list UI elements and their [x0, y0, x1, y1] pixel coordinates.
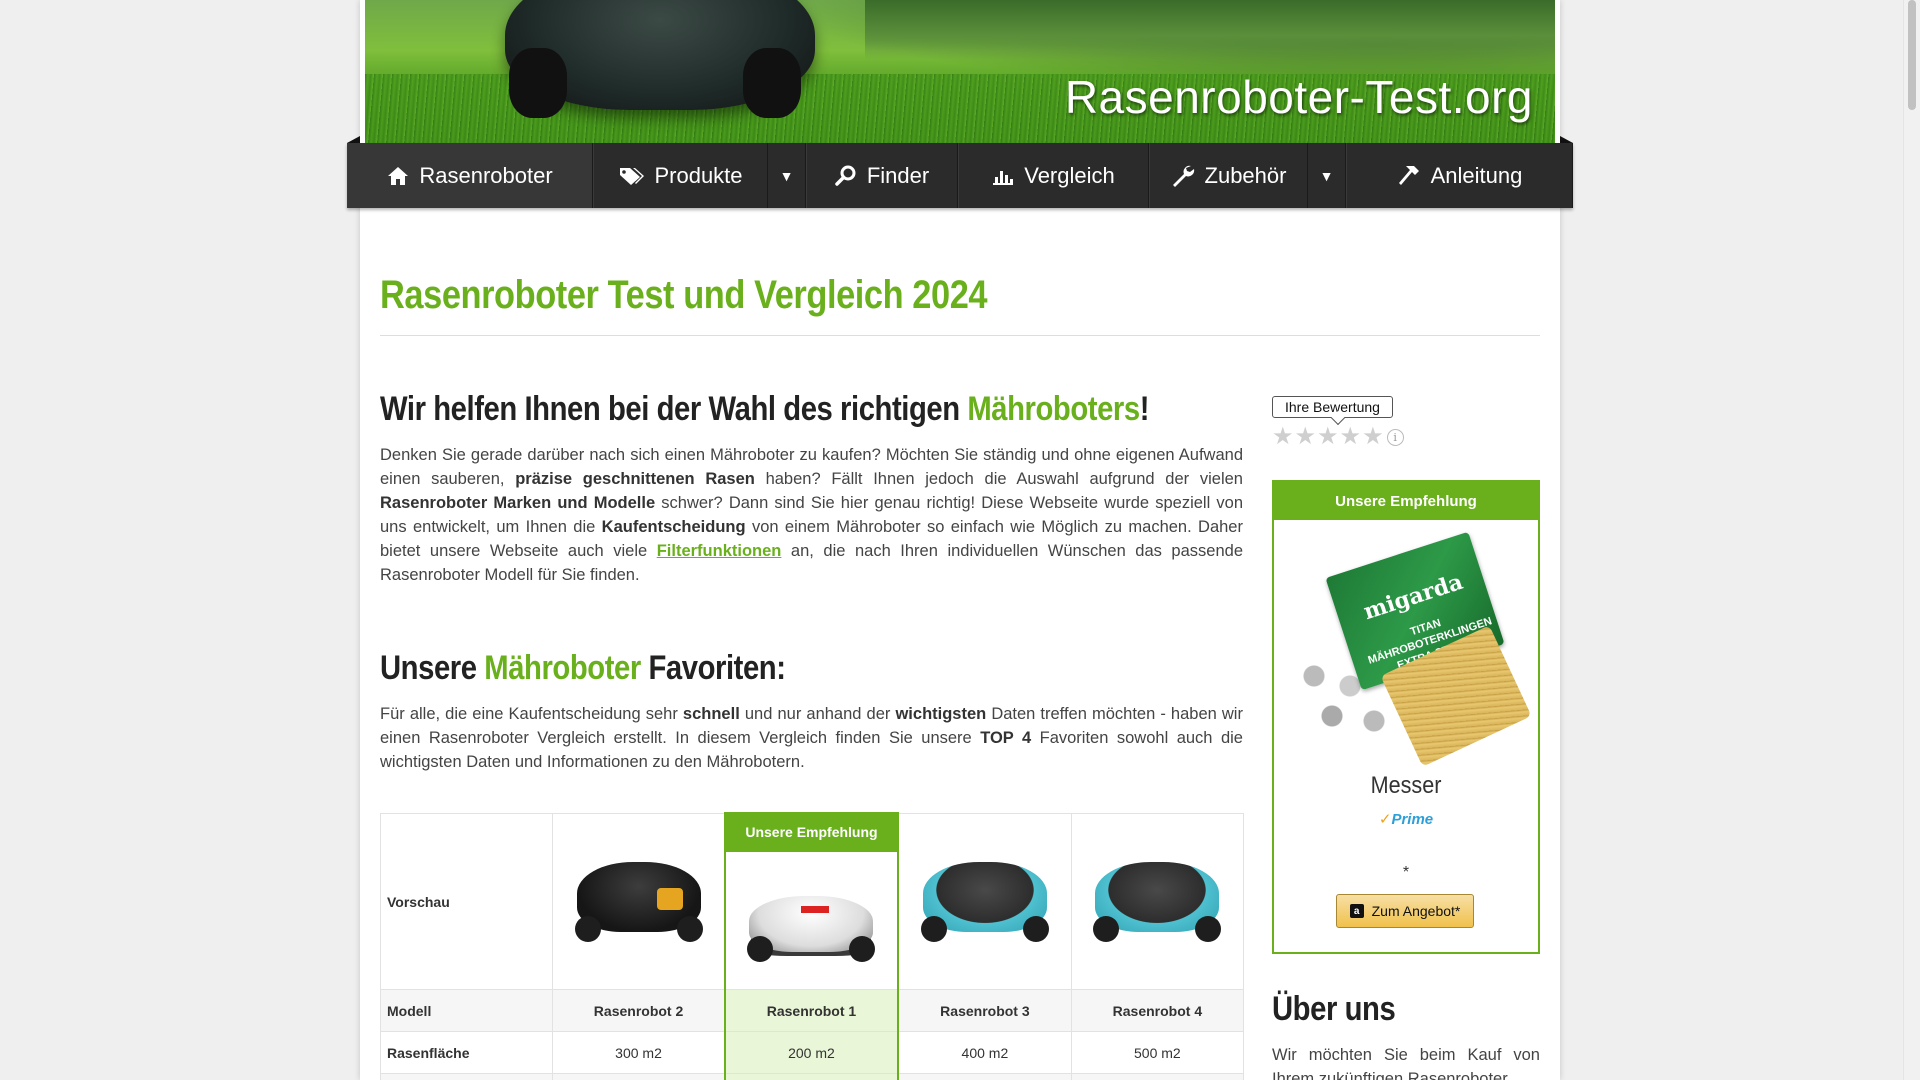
- table-row-preview: Vorschau Unsere Empfehlung: [379, 812, 1245, 990]
- favorites-paragraph: Für alle, die eine Kaufentscheidung sehr…: [380, 705, 1243, 771]
- table-row-area: Rasenfläche 300 m2 200 m2 400 m2 500 m2: [379, 1031, 1245, 1074]
- nav-label: Rasenroboter: [419, 162, 553, 188]
- star-icon[interactable]: ★: [1362, 425, 1384, 449]
- area-cell: 300 m2: [552, 1031, 726, 1074]
- nav-label: Produkte: [654, 162, 743, 188]
- site-logo[interactable]: Rasenroboter-Test.org: [1065, 70, 1533, 124]
- amazon-icon: a: [1349, 904, 1364, 918]
- offer-button[interactable]: a Zum Angebot*: [1336, 894, 1474, 928]
- tags-icon: [618, 166, 645, 186]
- main-content: Wir helfen Ihnen bei der Wahl des richti…: [380, 390, 1243, 774]
- offer-button-label: Zum Angebot*: [1371, 903, 1461, 919]
- product-image-cell[interactable]: [552, 813, 726, 990]
- row-label: Modell: [379, 989, 554, 1032]
- area-cell: 500 m2: [1070, 1031, 1245, 1074]
- nav-label: Anleitung: [1430, 162, 1523, 188]
- star-rating[interactable]: ★ ★ ★ ★ ★ i: [1272, 425, 1540, 449]
- area-cell: 200 m2: [723, 1031, 900, 1074]
- nav-item-zubehoer[interactable]: Zubehör ▼: [1149, 143, 1346, 208]
- prime-badge: ✓Prime: [1378, 811, 1434, 828]
- table-row-partial: [379, 1073, 1245, 1080]
- nav-item-finder[interactable]: Finder: [806, 143, 958, 208]
- header-banner: Rasenroboter-Test.org: [365, 0, 1555, 144]
- model-cell[interactable]: Rasenrobot 4: [1070, 989, 1245, 1032]
- about-title: Über uns: [1272, 990, 1396, 1028]
- table-row-model: Modell Rasenrobot 2 Rasenrobot 1 Rasenro…: [379, 989, 1245, 1032]
- star-icon[interactable]: ★: [1317, 425, 1339, 449]
- product-name[interactable]: Messer: [1287, 772, 1525, 800]
- main-nav: Rasenroboter Produkte ▼ Finder Vergleich: [347, 136, 1573, 208]
- nav-label: Zubehör: [1204, 162, 1287, 188]
- scrollbar-thumb[interactable]: [1908, 0, 1916, 110]
- nav-label: Finder: [866, 162, 930, 188]
- page-scrollbar[interactable]: [1903, 0, 1920, 1080]
- row-label: Vorschau: [379, 813, 554, 990]
- star-icon[interactable]: ★: [1340, 425, 1362, 449]
- nav-item-rasenroboter[interactable]: Rasenroboter: [347, 143, 593, 208]
- model-cell[interactable]: Rasenrobot 1: [723, 989, 900, 1032]
- sidebar: Ihre Bewertung ★ ★ ★ ★ ★ i Unsere Empfeh…: [1272, 396, 1540, 1080]
- product-image-cell[interactable]: [897, 813, 1072, 990]
- home-icon: [387, 166, 409, 186]
- product-image[interactable]: [569, 852, 709, 948]
- comparison-table: Vorschau Unsere Empfehlung Modell Rasenr…: [379, 812, 1245, 1080]
- recommendation-box: Unsere Empfehlung migarda TITAN MÄHROBOT…: [1272, 480, 1540, 954]
- row-label: Rasenfläche: [379, 1031, 554, 1074]
- banner-trees: [865, 0, 1555, 60]
- title-divider: [380, 335, 1540, 336]
- product-image[interactable]: [915, 852, 1055, 948]
- wrench-icon: [1171, 164, 1195, 188]
- page-wrapper: Rasenroboter-Test.org Rasenroboter Produ…: [347, 0, 1573, 1080]
- bar-chart-icon: [992, 166, 1014, 186]
- product-image-cell[interactable]: [1070, 813, 1245, 990]
- product-image[interactable]: [741, 872, 881, 968]
- hammer-icon: [1397, 164, 1421, 188]
- recommendation-header: Unsere Empfehlung: [1274, 482, 1538, 520]
- nav-item-anleitung[interactable]: Anleitung: [1346, 143, 1573, 208]
- model-cell[interactable]: Rasenrobot 2: [552, 989, 726, 1032]
- product-image-blades[interactable]: migarda TITAN MÄHROBOTERKLINGEN EXTRA ST…: [1290, 531, 1532, 767]
- rating-label: Ihre Bewertung: [1272, 396, 1393, 418]
- dropdown-caret-icon[interactable]: ▼: [1307, 143, 1345, 208]
- intro-paragraph: Denken Sie gerade darüber nach sich eine…: [380, 446, 1243, 584]
- banner-mower-image: [505, 0, 815, 118]
- nav-item-vergleich[interactable]: Vergleich: [958, 143, 1149, 208]
- star-icon[interactable]: ★: [1272, 425, 1294, 449]
- model-cell[interactable]: Rasenrobot 3: [897, 989, 1072, 1032]
- area-cell: 400 m2: [897, 1031, 1072, 1074]
- intro-heading: Wir helfen Ihnen bei der Wahl des richti…: [380, 390, 1150, 428]
- recommend-badge: Unsere Empfehlung: [723, 812, 900, 852]
- filter-link[interactable]: Filterfunktionen: [657, 542, 782, 560]
- product-image-cell-recommended[interactable]: Unsere Empfehlung: [723, 812, 900, 990]
- favorites-heading: Unsere Mähroboter Favoriten:: [380, 649, 786, 687]
- product-image[interactable]: [1087, 852, 1227, 948]
- prime-check-icon: ✓: [1378, 811, 1392, 828]
- price-asterisk: *: [1402, 864, 1410, 881]
- info-icon[interactable]: i: [1386, 428, 1404, 446]
- star-icon[interactable]: ★: [1295, 425, 1317, 449]
- search-icon: [835, 165, 857, 187]
- dropdown-caret-icon[interactable]: ▼: [767, 143, 805, 208]
- about-text: Wir möchten Sie beim Kauf von Ihrem zukü…: [1272, 1046, 1540, 1080]
- page-title: Rasenroboter Test und Vergleich 2024: [380, 273, 988, 317]
- nav-item-produkte[interactable]: Produkte ▼: [593, 143, 806, 208]
- nav-label: Vergleich: [1024, 162, 1115, 188]
